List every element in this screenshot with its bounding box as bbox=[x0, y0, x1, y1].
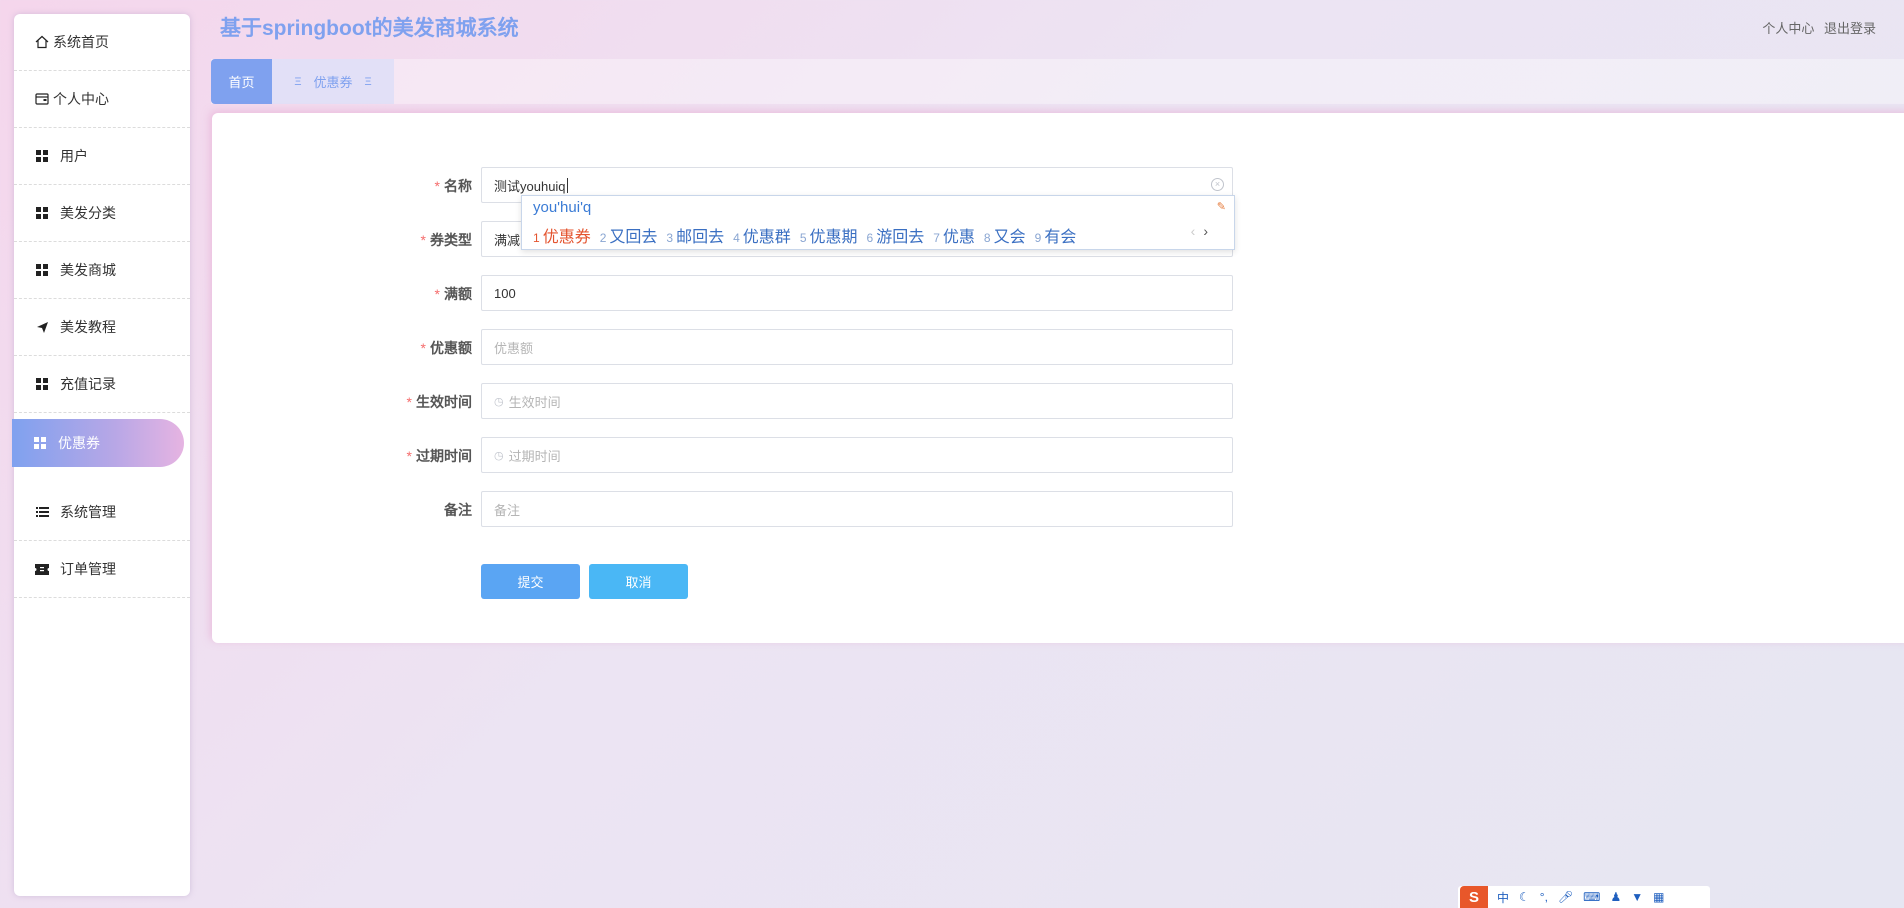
next-page-icon[interactable]: › bbox=[1203, 223, 1208, 239]
wallet-icon bbox=[34, 91, 50, 107]
ime-candidate[interactable]: 2 又回去 bbox=[600, 223, 658, 247]
menu-icon[interactable]: Ξ bbox=[365, 76, 372, 88]
ime-composition: you'hui'q bbox=[533, 199, 592, 216]
name-input-value: 测试youhuiq bbox=[494, 178, 566, 194]
ime-candidate[interactable]: 1 优惠券 bbox=[533, 223, 591, 247]
end-time-picker[interactable]: ◷ 过期时间 bbox=[481, 437, 1233, 473]
punctuation-icon[interactable]: °, bbox=[1540, 890, 1548, 904]
required-mark: * bbox=[406, 448, 412, 464]
start-time-picker[interactable]: ◷ 生效时间 bbox=[481, 383, 1233, 419]
moon-icon[interactable]: ☾ bbox=[1519, 890, 1530, 904]
ime-candidate[interactable]: 5 优惠期 bbox=[800, 223, 858, 247]
name-label: * 名称 bbox=[434, 178, 472, 194]
prev-page-icon[interactable]: ‹ bbox=[1191, 223, 1196, 239]
ime-candidate[interactable]: 3 邮回去 bbox=[666, 223, 724, 247]
start-time-label: * 生效时间 bbox=[406, 394, 472, 410]
ime-candidate[interactable]: 6 游回去 bbox=[867, 223, 925, 247]
required-mark: * bbox=[406, 394, 412, 410]
list-icon bbox=[34, 504, 50, 520]
sidebar-item-label: 系统管理 bbox=[60, 504, 116, 520]
sidebar-item-hair-category[interactable]: 美发分类 bbox=[14, 185, 190, 242]
threshold-input-value: 100 bbox=[494, 285, 516, 301]
microphone-icon[interactable]: 🎤︎ bbox=[1558, 890, 1573, 904]
remark-placeholder: 备注 bbox=[494, 502, 521, 518]
type-label: * 券类型 bbox=[420, 232, 472, 248]
grid-icon bbox=[32, 435, 48, 451]
end-time-placeholder: 过期时间 bbox=[508, 448, 561, 464]
grid-icon bbox=[34, 262, 50, 278]
sidebar-item-label: 美发分类 bbox=[60, 205, 116, 221]
threshold-label: * 满额 bbox=[434, 286, 472, 302]
app-title: 基于springboot的美发商城系统 bbox=[220, 17, 519, 40]
sidebar-item-label: 美发教程 bbox=[60, 319, 116, 335]
personal-center-link[interactable]: 个人中心 bbox=[1762, 21, 1814, 36]
clock-icon: ◷ bbox=[494, 449, 504, 462]
sidebar-item-hair-tutorial[interactable]: 美发教程 bbox=[14, 299, 190, 356]
remark-input[interactable]: 备注 bbox=[481, 491, 1233, 527]
user-icon[interactable]: ♟ bbox=[1610, 890, 1621, 904]
ime-candidate[interactable]: 4 优惠群 bbox=[733, 223, 791, 247]
tab-home[interactable]: 首页 bbox=[211, 59, 272, 104]
header-links: 个人中心 退出登录 bbox=[1756, 18, 1876, 37]
sidebar-item-label: 充值记录 bbox=[60, 376, 116, 392]
cancel-button[interactable]: 取消 bbox=[589, 564, 688, 599]
clear-icon[interactable]: × bbox=[1211, 178, 1224, 191]
tabs-bar: 首页 Ξ 优惠券 Ξ bbox=[211, 59, 1904, 104]
discount-placeholder: 优惠额 bbox=[494, 340, 534, 356]
ime-lang-toggle[interactable]: 中 bbox=[1497, 889, 1509, 906]
sidebar-item-label: 个人中心 bbox=[53, 91, 109, 107]
ime-candidates: 1 优惠券 2 又回去 3 邮回去 4 优惠群 5 优惠期 6 游回去 7 优惠 8 又会 9有… bbox=[533, 223, 1085, 247]
grid-icon bbox=[34, 148, 50, 164]
sidebar-item-home[interactable]: 系统首页 bbox=[14, 14, 190, 71]
discount-input[interactable]: 优惠额 bbox=[481, 329, 1233, 365]
discount-label: * 优惠额 bbox=[420, 340, 472, 356]
sidebar-item-coupon[interactable]: 优惠券 bbox=[12, 419, 184, 467]
sogou-logo-icon[interactable]: S bbox=[1460, 886, 1488, 908]
sidebar-item-recharge-records[interactable]: 充值记录 bbox=[14, 356, 190, 413]
paper-plane-icon bbox=[34, 319, 50, 335]
sidebar: 系统首页 个人中心 用户 美发分类 美发商城 美发教程 充值记录 优惠券 系统管… bbox=[12, 14, 190, 896]
sidebar-item-label: 系统首页 bbox=[53, 34, 109, 50]
sidebar-item-label: 用户 bbox=[60, 148, 88, 164]
ime-candidate[interactable]: 7 优惠 bbox=[933, 223, 975, 247]
ime-candidate[interactable]: 8 又会 bbox=[984, 223, 1026, 247]
tab-coupon-label: 优惠券 bbox=[313, 75, 353, 90]
ime-candidate[interactable]: 9 有会 bbox=[1035, 223, 1077, 247]
logout-link[interactable]: 退出登录 bbox=[1824, 21, 1876, 36]
sidebar-item-label: 美发商城 bbox=[60, 262, 116, 278]
required-mark: * bbox=[434, 286, 440, 302]
sidebar-item-personal-center[interactable]: 个人中心 bbox=[14, 71, 190, 128]
sidebar-item-hair-shop[interactable]: 美发商城 bbox=[14, 242, 190, 299]
clock-icon: ◷ bbox=[494, 395, 504, 408]
required-mark: * bbox=[420, 232, 426, 248]
ime-logo-icon: ✎ bbox=[1216, 201, 1226, 213]
sidebar-item-system-management[interactable]: 系统管理 bbox=[14, 484, 190, 541]
grid-icon bbox=[34, 205, 50, 221]
tab-coupon[interactable]: Ξ 优惠券 Ξ bbox=[272, 59, 394, 104]
type-select-value: 满减 bbox=[494, 232, 521, 248]
ime-page-nav[interactable]: ‹ › bbox=[1191, 223, 1208, 239]
ime-toolbar: S 中 ☾ °, 🎤︎ ⌨ ♟ ▼ ▦ bbox=[1458, 886, 1710, 908]
remark-label: 备注 bbox=[444, 502, 472, 518]
sidebar-item-order-management[interactable]: 订单管理 bbox=[14, 541, 190, 598]
end-time-label: * 过期时间 bbox=[406, 448, 472, 464]
required-mark: * bbox=[434, 178, 440, 194]
threshold-input[interactable]: 100 bbox=[481, 275, 1233, 311]
ticket-icon bbox=[34, 561, 50, 577]
sidebar-item-label: 订单管理 bbox=[60, 561, 116, 577]
required-mark: * bbox=[420, 340, 426, 356]
submit-button[interactable]: 提交 bbox=[481, 564, 580, 599]
home-icon bbox=[34, 34, 50, 50]
keyboard-icon[interactable]: ⌨ bbox=[1583, 890, 1600, 904]
menu-icon: Ξ bbox=[294, 75, 302, 88]
skin-icon[interactable]: ▼ bbox=[1631, 890, 1643, 904]
sidebar-item-label: 优惠券 bbox=[58, 435, 100, 451]
start-time-placeholder: 生效时间 bbox=[508, 394, 561, 410]
ime-candidate-popup: you'hui'q ✎ 1 优惠券 2 又回去 3 邮回去 4 优惠群 5 优惠期 6 游回… bbox=[521, 195, 1235, 250]
toolbox-icon[interactable]: ▦ bbox=[1653, 890, 1664, 904]
sidebar-item-users[interactable]: 用户 bbox=[14, 128, 190, 185]
grid-icon bbox=[34, 376, 50, 392]
